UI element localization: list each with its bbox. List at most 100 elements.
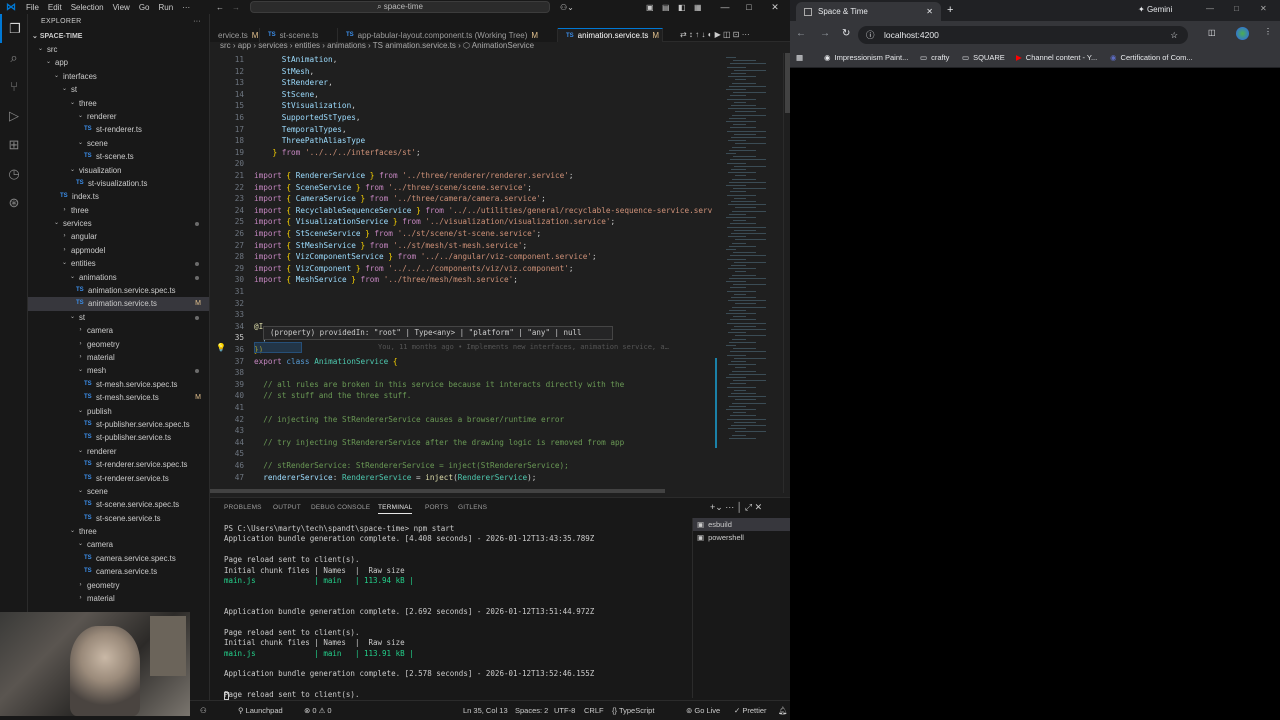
more-actions-icon[interactable]: ··· [193, 14, 201, 30]
tab-terminal[interactable]: TERMINAL [378, 504, 413, 514]
new-tab-icon[interactable]: + [947, 4, 953, 16]
tab-problems[interactable]: PROBLEMS [224, 504, 262, 511]
tree-folder-item[interactable]: › three [28, 204, 209, 217]
terminal-output[interactable]: PS C:\Users\marty\tech\spandt\space-time… [224, 524, 689, 701]
tree-file-item[interactable]: TS camera.service.ts [28, 565, 209, 578]
tab-st-scene[interactable]: TS st-scene.ts [260, 28, 338, 42]
tree-file-item[interactable]: TS st-visualization.ts [28, 177, 209, 190]
explorer-icon[interactable]: ❐ [0, 14, 28, 43]
extensions-icon[interactable]: ⊞ [0, 130, 28, 159]
tree-folder-item[interactable]: ⌄ scene [28, 137, 209, 150]
workspace-root[interactable]: ⌄ SPACE-TIME [28, 30, 209, 43]
indentation[interactable]: Spaces: 2 [515, 706, 548, 715]
tree-file-item[interactable]: TS st-renderer.service.spec.ts [28, 458, 209, 471]
close-icon[interactable]: ✕ [764, 0, 786, 14]
browser-tab-space-time[interactable]: Space & Time ✕ [796, 2, 941, 21]
tree-file-item[interactable]: TS st-publisher.service.spec.ts [28, 418, 209, 431]
tree-folder-item[interactable]: ⌄ scene [28, 485, 209, 498]
compare-changes-icon[interactable]: ⇄ ↕ ↑ ↓ ◐ ▶ ◫ ⊡ ··· [680, 30, 750, 39]
prettier-status[interactable]: ✓ Prettier [734, 706, 767, 715]
new-terminal-icon[interactable]: +⌄ ··· │ ⤢ ✕ [710, 502, 762, 513]
menu-selection[interactable]: Selection [71, 3, 104, 12]
encoding[interactable]: UTF-8 [554, 706, 575, 715]
toggle-sidebar-icon[interactable]: ◧ [678, 3, 686, 12]
bookmark-square[interactable]: ▭ SQUARE [962, 53, 1005, 62]
bookmark-star-icon[interactable]: ☆ [1170, 26, 1178, 44]
tree-folder-item[interactable]: › appmodel [28, 244, 209, 257]
tree-file-item[interactable]: TS st-renderer.ts [28, 123, 209, 136]
bookmark-impressionism[interactable]: ◉ Impressionism Paint... [824, 53, 908, 62]
reload-icon[interactable]: ↻ [842, 28, 850, 39]
go-live-button[interactable]: ⊚ Go Live [686, 706, 720, 715]
gitlens-icon[interactable]: ⊛ [0, 188, 28, 217]
back-icon[interactable]: ← [796, 28, 806, 39]
browser-maximize-icon[interactable]: □ [1234, 4, 1239, 13]
bookmark-certification[interactable]: ◉ Certification of Com... [1110, 53, 1193, 62]
menu-file[interactable]: File [26, 3, 39, 12]
tree-folder-item[interactable]: › camera [28, 324, 209, 337]
command-center[interactable]: ⌕ space-time [250, 1, 550, 13]
menu-edit[interactable]: Edit [48, 3, 62, 12]
tab-app-tabular-layout[interactable]: TS app-tabular-layout.component.ts (Worki… [338, 28, 558, 42]
horizontal-scrollbar[interactable] [210, 489, 665, 493]
tree-file-item[interactable]: TS st-scene.service.spec.ts [28, 498, 209, 511]
tree-folder-item[interactable]: ⌄ app [28, 56, 209, 69]
menu-run[interactable]: Run [158, 3, 173, 12]
tab-gitlens[interactable]: GITLENS [458, 504, 487, 511]
editor-scrollbar[interactable] [783, 53, 790, 493]
code-editor[interactable]: 11 StAnimation, 12 StMesh, 13 StRenderer, 1… [210, 53, 718, 493]
tree-folder-item[interactable]: ⌄ src [28, 43, 209, 56]
back-arrow-icon[interactable]: ← [216, 3, 224, 12]
tree-file-item[interactable]: TS st-publisher.service.ts [28, 431, 209, 444]
tree-folder-item[interactable]: › material [28, 592, 209, 605]
chrome-menu-icon[interactable]: ⋮ [1264, 27, 1272, 36]
tree-folder-item[interactable]: ⌄ st [28, 311, 209, 324]
tree-folder-item[interactable]: › geometry [28, 579, 209, 592]
tree-folder-item[interactable]: ⌄ entities [28, 257, 209, 270]
cursor-position[interactable]: Ln 35, Col 13 [463, 706, 508, 715]
tree-file-item[interactable]: TS st-renderer.service.ts [28, 472, 209, 485]
breadcrumb[interactable]: src › app › services › entities › animat… [220, 41, 534, 52]
tree-folder-item[interactable]: › material [28, 351, 209, 364]
address-bar[interactable]: ⓘ localhost:4200 ☆ [858, 26, 1188, 44]
tab-output[interactable]: OUTPUT [273, 504, 301, 511]
bookmark-crafty[interactable]: ▭ crafty [920, 53, 949, 62]
search-icon[interactable]: ⌕ [0, 43, 28, 72]
site-info-icon[interactable]: ⓘ [866, 26, 875, 44]
tree-folder-item[interactable]: ⌄ camera [28, 538, 209, 551]
maximize-icon[interactable]: □ [738, 0, 760, 14]
tree-file-item[interactable]: TS animation.service.spec.ts [28, 284, 209, 297]
tab-animation-service[interactable]: TS animation.service.ts M [558, 28, 663, 42]
browser-minimize-icon[interactable]: — [1206, 4, 1214, 13]
more-menu-icon[interactable]: ··· [182, 3, 190, 12]
layout-icon[interactable]: ▣ [646, 3, 654, 12]
lightbulb-icon[interactable]: 💡 [216, 343, 226, 352]
tree-file-item[interactable]: TS st-mesh.service.spec.ts [28, 378, 209, 391]
sidepanel-icon[interactable]: ◫ [1208, 28, 1216, 37]
apps-grid-icon[interactable]: ▦ [796, 53, 803, 62]
tree-folder-item[interactable]: ⌄ interfaces [28, 70, 209, 83]
line-ending[interactable]: CRLF [584, 706, 604, 715]
tree-file-item[interactable]: TS camera.service.spec.ts [28, 552, 209, 565]
tree-folder-item[interactable]: ⌄ publish [28, 405, 209, 418]
tree-file-item[interactable]: TS animation.service.ts M [28, 297, 209, 311]
language-mode[interactable]: {} TypeScript [612, 706, 654, 715]
customize-layout-icon[interactable]: ▦ [694, 3, 702, 12]
tree-file-item[interactable]: TS st-scene.service.ts [28, 512, 209, 525]
tree-file-item[interactable]: TS st-scene.ts [28, 150, 209, 163]
forward-arrow-icon[interactable]: → [232, 3, 240, 12]
tree-folder-item[interactable]: › geometry [28, 338, 209, 351]
remote-explorer-icon[interactable]: ◷ [0, 159, 28, 188]
tree-folder-item[interactable]: ⌄ three [28, 525, 209, 538]
tree-file-item[interactable]: TS st-mesh.service.ts M [28, 391, 209, 404]
minimize-icon[interactable]: — [714, 0, 736, 14]
tree-folder-item[interactable]: ⌄ visualization [28, 164, 209, 177]
tree-folder-item[interactable]: ⌄ three [28, 97, 209, 110]
tree-folder-item[interactable]: ⌄ mesh [28, 364, 209, 377]
tab-ports[interactable]: PORTS [425, 504, 448, 511]
menu-view[interactable]: View [113, 3, 130, 12]
forward-icon[interactable]: → [820, 28, 830, 39]
tree-folder-item[interactable]: ⌄ animations [28, 271, 209, 284]
tab-service[interactable]: ervice.ts M [210, 28, 260, 42]
copilot-icon[interactable]: ⚇⌄ [560, 3, 574, 12]
